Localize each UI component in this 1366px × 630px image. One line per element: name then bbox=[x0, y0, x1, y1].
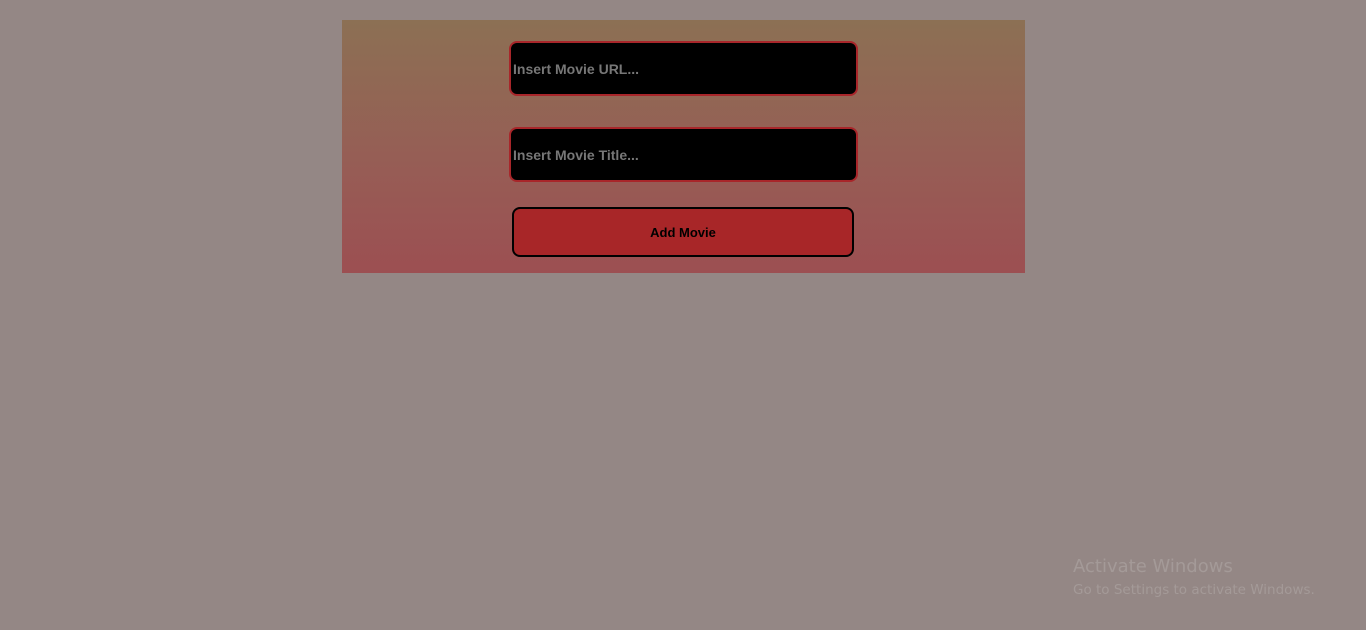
add-movie-form: Add Movie bbox=[342, 20, 1025, 273]
add-movie-button[interactable]: Add Movie bbox=[512, 207, 854, 257]
watermark-subtitle: Go to Settings to activate Windows. bbox=[1073, 582, 1315, 598]
activate-windows-watermark: Activate Windows Go to Settings to activ… bbox=[1073, 556, 1315, 602]
movie-url-input[interactable] bbox=[509, 41, 858, 96]
movie-title-input[interactable] bbox=[509, 127, 858, 182]
watermark-title: Activate Windows bbox=[1073, 556, 1233, 577]
